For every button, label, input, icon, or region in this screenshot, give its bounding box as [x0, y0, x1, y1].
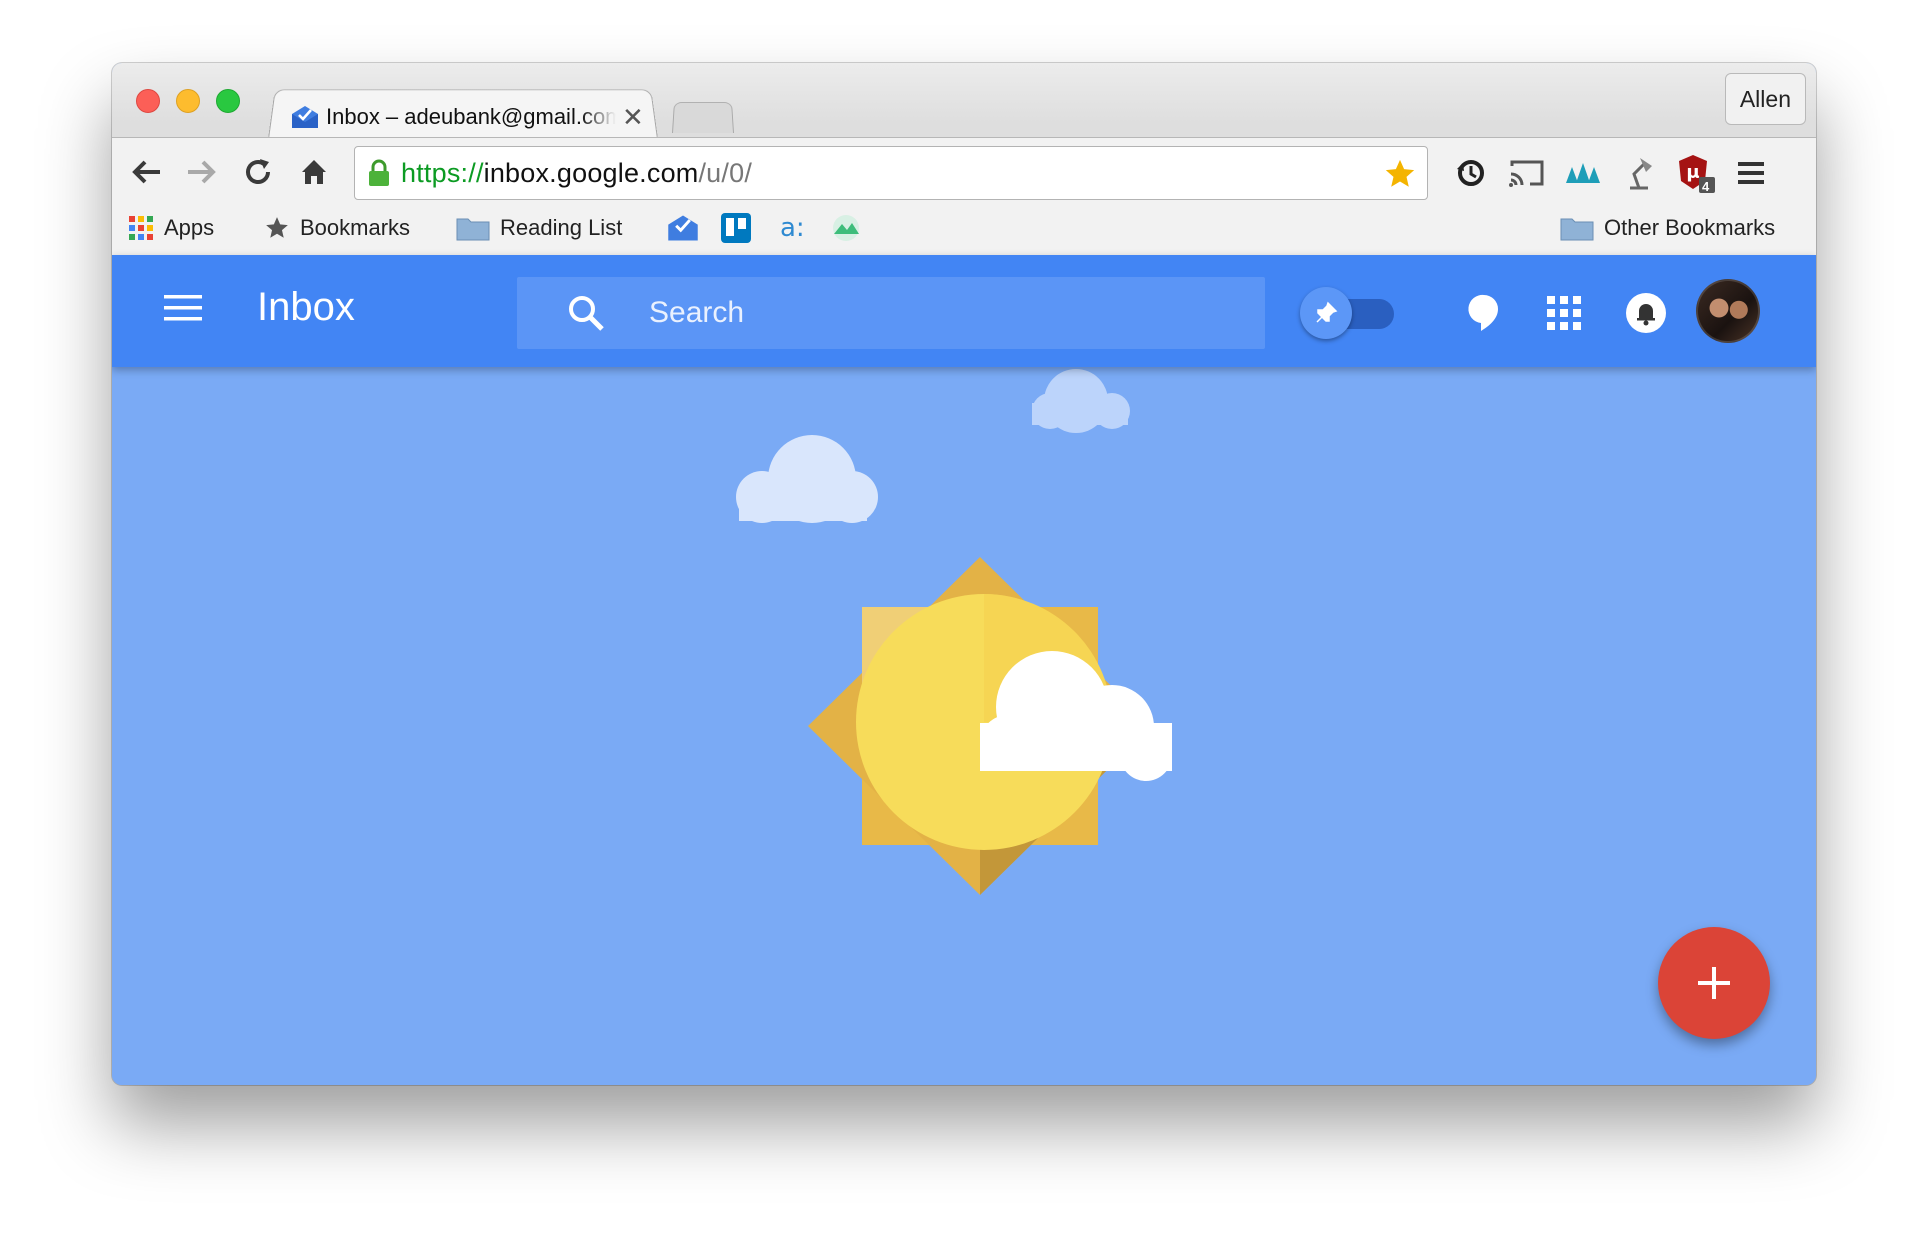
compose-button[interactable]: [1658, 927, 1770, 1039]
trello-bookmark-icon[interactable]: [720, 208, 762, 248]
profile-button[interactable]: Allen: [1724, 73, 1806, 125]
inbox-zero-illustration: [736, 369, 1172, 895]
cast-icon[interactable]: [1506, 152, 1548, 194]
lamp-icon[interactable]: [1618, 152, 1660, 194]
plus-icon: [1698, 967, 1730, 999]
tab-title: Inbox – adeubank@gmail.com: [326, 104, 616, 129]
home-icon[interactable]: [294, 152, 334, 192]
bookmark-bookmarks-label: Bookmarks: [300, 215, 411, 240]
browser-window: Inbox – adeubank@gmail.com ✕ Allen https…: [112, 63, 1816, 1085]
inbox-favicon-icon: [292, 106, 318, 128]
new-tab-button[interactable]: [672, 102, 734, 133]
star-icon: [266, 217, 288, 238]
bookmark-reading-list-label: Reading List: [500, 215, 623, 240]
ublock-icon[interactable]: μ 4: [1674, 152, 1716, 194]
bookmark-other-bookmarks[interactable]: Other Bookmarks: [1560, 208, 1775, 248]
hangouts-icon[interactable]: [1462, 291, 1506, 335]
window-minimize-button[interactable]: [176, 89, 200, 113]
svg-text:μ: μ: [1686, 162, 1699, 183]
url-text: https://inbox.google.com/u/0/: [401, 158, 752, 189]
inbox-app-bar: Inbox: [112, 255, 1816, 367]
amazon-bookmark-icon[interactable]: a:: [776, 208, 818, 248]
bookmarks-bar: Apps Bookmarks Reading List a: Other Boo…: [112, 202, 1816, 254]
chrome-menu-icon[interactable]: [1730, 152, 1772, 194]
tab-content[interactable]: Inbox – adeubank@gmail.com ✕: [290, 97, 644, 137]
bookmark-star-icon[interactable]: [1383, 157, 1417, 191]
pin-toggle[interactable]: [1300, 287, 1396, 339]
pin-icon: [1300, 287, 1352, 339]
meister-icon[interactable]: [1562, 152, 1604, 194]
folder-icon: [1560, 218, 1594, 241]
bookmark-apps-label: Apps: [164, 215, 215, 240]
apps-grid-icon[interactable]: [1542, 291, 1586, 335]
forward-icon[interactable]: [182, 152, 222, 192]
sync-icon[interactable]: [1450, 152, 1492, 194]
tab-close-icon[interactable]: ✕: [622, 104, 644, 130]
search-box[interactable]: [517, 277, 1265, 349]
cloud-medium-icon: [736, 435, 878, 523]
address-bar[interactable]: https://inbox.google.com/u/0/: [354, 146, 1428, 200]
url-scheme: https://: [401, 157, 484, 188]
inbox-bookmark-icon[interactable]: [666, 208, 710, 248]
search-icon[interactable]: [567, 294, 605, 332]
browser-chrome: Inbox – adeubank@gmail.com ✕ Allen https…: [112, 63, 1816, 255]
menu-icon[interactable]: [164, 293, 202, 328]
url-path: /u/0/: [698, 157, 753, 188]
apps-grid-icon: [129, 216, 153, 240]
browser-toolbar: https://inbox.google.com/u/0/ μ 4 Apps B…: [112, 137, 1816, 255]
cloud-small-icon: [1032, 369, 1130, 433]
tab-strip: Inbox – adeubank@gmail.com ✕ Allen: [112, 63, 1816, 139]
url-host: inbox.google.com: [483, 157, 699, 188]
back-icon[interactable]: [126, 152, 166, 192]
window-close-button[interactable]: [136, 89, 160, 113]
mint-bookmark-icon[interactable]: [830, 208, 872, 248]
folder-icon: [456, 218, 490, 241]
lock-icon: [369, 159, 389, 186]
window-maximize-button[interactable]: [216, 89, 240, 113]
svg-text:a:: a:: [780, 213, 805, 243]
inbox-content: [112, 367, 1816, 1085]
page-title: Inbox: [257, 285, 355, 329]
reload-icon[interactable]: [238, 152, 278, 192]
bookmark-other-bookmarks-label: Other Bookmarks: [1604, 215, 1776, 240]
avatar[interactable]: [1696, 279, 1760, 343]
ublock-badge: 4: [1702, 179, 1710, 194]
bookmark-reading-list[interactable]: Reading List: [456, 208, 622, 248]
bookmark-apps[interactable]: Apps: [128, 208, 214, 248]
bookmark-bookmarks[interactable]: Bookmarks: [264, 208, 410, 248]
search-input[interactable]: [649, 296, 1209, 330]
notifications-icon[interactable]: [1624, 291, 1668, 335]
